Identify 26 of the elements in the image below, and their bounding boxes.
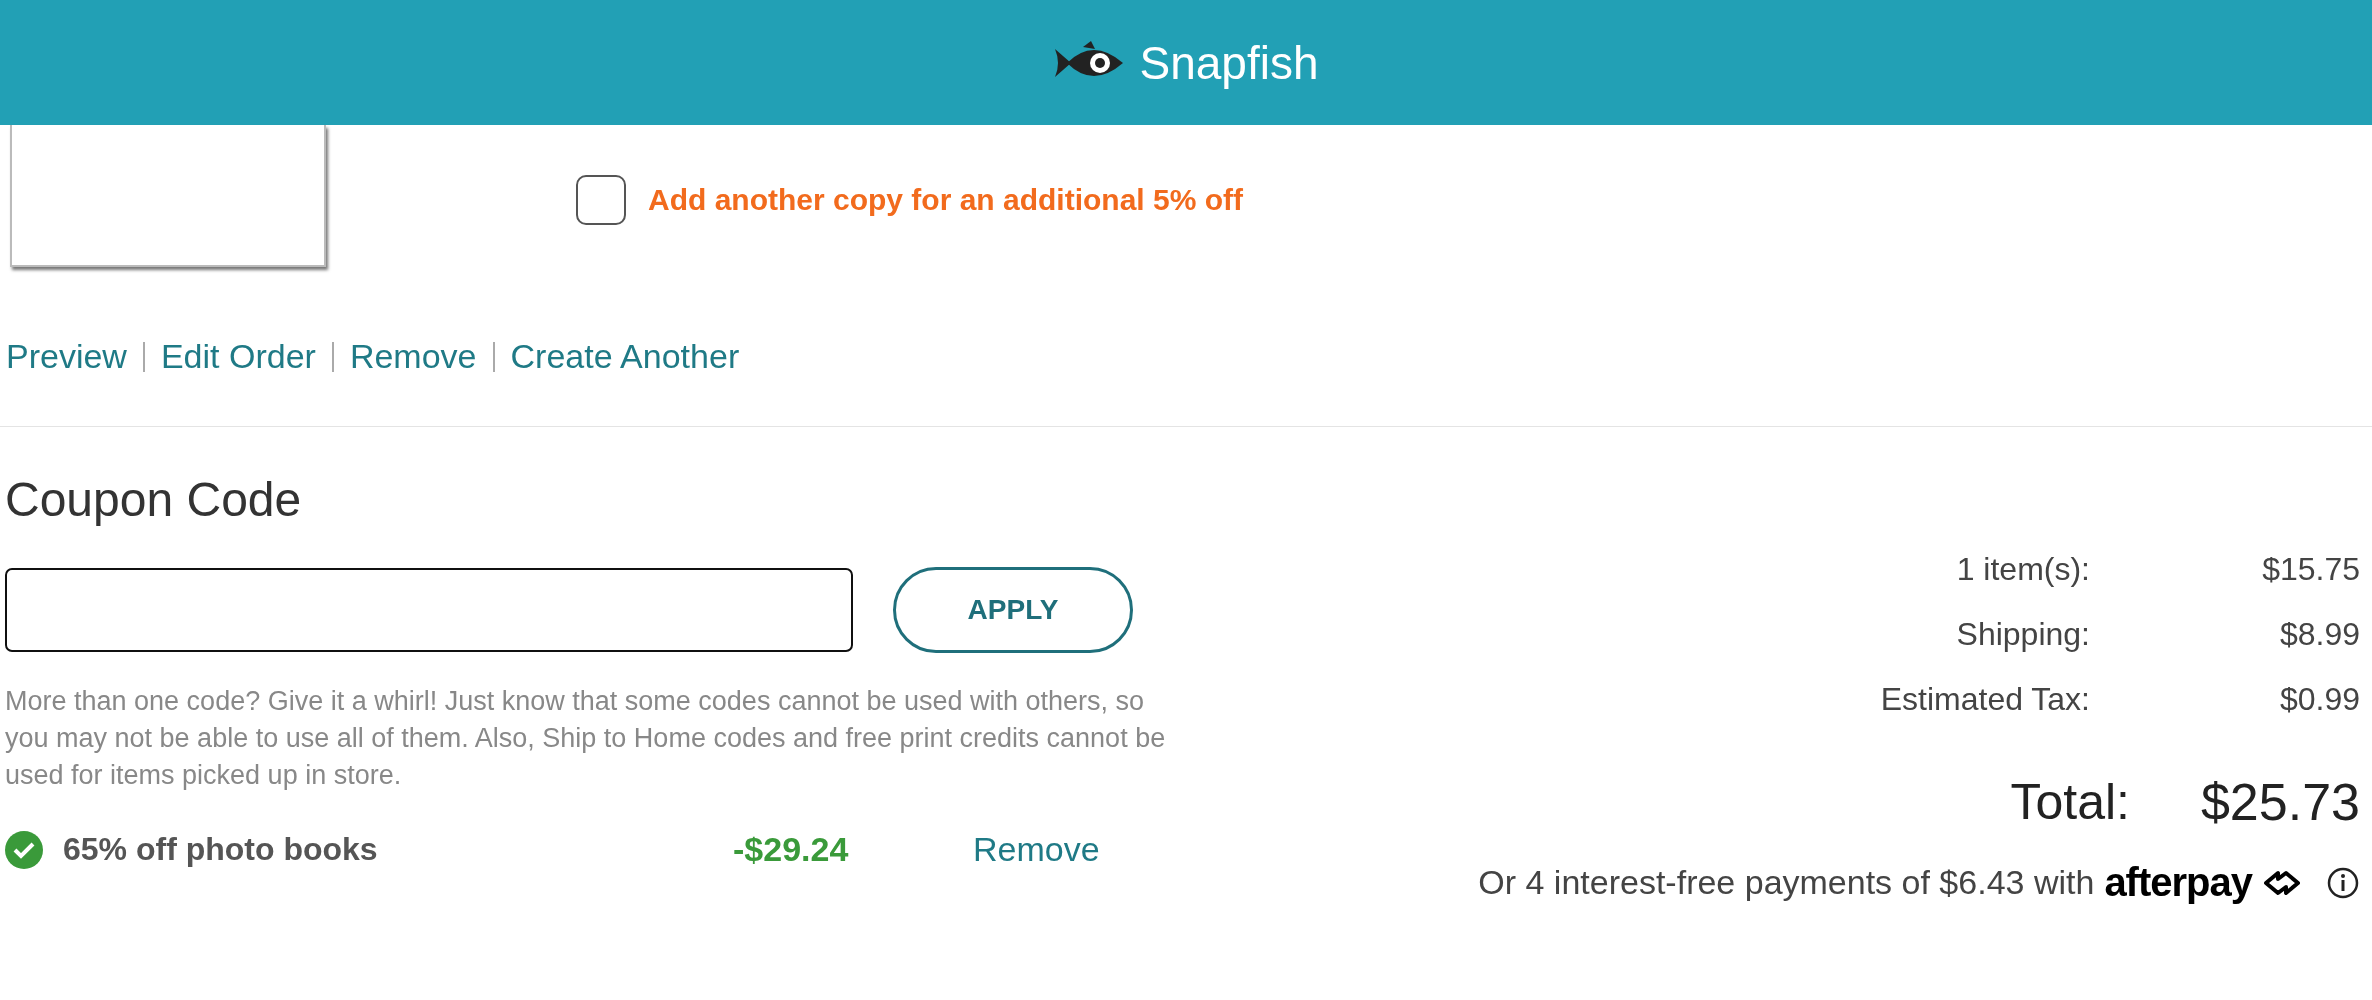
afterpay-text: Or 4 interest-free payments of $6.43 with [1478,863,2095,902]
check-circle-icon [5,830,43,869]
coupon-input-field[interactable] [5,568,853,652]
total-value: $25.73 [2199,772,2360,832]
summary-value: $15.75 [2261,551,2360,588]
checkbox[interactable] [576,175,626,225]
brand-name: Snapfish [1139,35,1319,90]
summary-label: 1 item(s): [1956,551,2090,588]
summary-value: $8.99 [2278,616,2360,653]
action-link[interactable]: Remove [349,337,477,376]
action-link[interactable]: Edit Order [160,337,316,376]
action-link[interactable]: Create Another [510,337,740,376]
action-link[interactable]: Preview [6,337,127,376]
addon-label: Add another copy for an additional 5% off [648,183,1244,217]
remove-link[interactable]: Remove [973,830,1100,869]
info-icon[interactable] [2326,865,2360,900]
coupon-title: Coupon Code [5,472,303,527]
coupon-label: 65% off photo books [63,831,379,868]
coupon-help-text: More than one code? Give it a whirl! Just know that some codes cannot be used with others, so you may not be able to use all of them. Also, Ship to Home codes and free print credits cannot be used for items picked up in store. [5,685,1167,792]
summary-label: Estimated Tax: [1880,681,2090,718]
coupon-discount: -$29.24 [733,830,850,869]
summary-value: $0.99 [2278,681,2360,718]
afterpay-brand: afterpay [2104,860,2252,905]
summary-label: Shipping: [1956,616,2090,653]
total-label: Total: [2010,773,2130,831]
apply-button[interactable]: APPLY [893,567,1133,653]
